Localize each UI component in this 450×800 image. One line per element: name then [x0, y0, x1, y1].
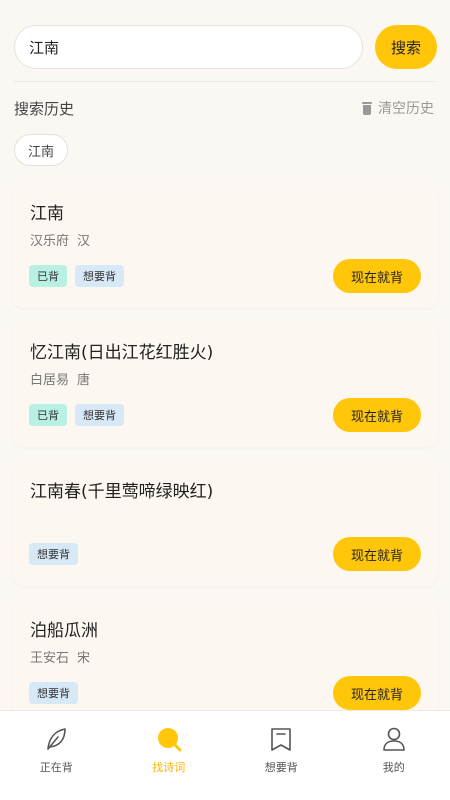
tab-mine[interactable]: 我的 — [338, 711, 450, 800]
poem-card[interactable]: 泊船瓜洲 王安石宋 想要背 现在就背 — [12, 599, 438, 725]
search-history-title: 搜索历史 — [14, 99, 75, 118]
tab-want-recite[interactable]: 想要背 — [225, 711, 338, 800]
tag-want-recite[interactable]: 想要背 — [29, 682, 78, 704]
poem-title: 江南春(千里莺啼绿映红) — [30, 482, 214, 502]
clear-history-label: 清空历史 — [378, 101, 434, 117]
poem-author: 王安石 — [30, 651, 70, 666]
search-button[interactable]: 搜索 — [375, 25, 437, 69]
tab-label: 正在背 — [39, 761, 73, 774]
tag-recited[interactable]: 已背 — [29, 404, 67, 426]
poem-meta: 汉乐府汉 — [30, 230, 90, 249]
poem-title: 忆江南(日出江花红胜火) — [30, 343, 214, 363]
poem-title: 江南 — [30, 204, 64, 224]
trash-icon — [362, 101, 372, 115]
tag-want-recite[interactable]: 想要背 — [75, 265, 124, 287]
poem-card[interactable]: 江南 汉乐府汉 已背 想要背 现在就背 — [12, 182, 438, 308]
poem-card[interactable]: 忆江南(日出江花红胜火) 白居易唐 已背 想要背 现在就背 — [12, 321, 438, 447]
leaf-icon — [47, 728, 67, 750]
poem-card[interactable]: 江南春(千里莺啼绿映红) 想要背 现在就背 — [12, 460, 438, 586]
poem-author: 白居易 — [30, 373, 70, 388]
recite-now-button[interactable]: 现在就背 — [333, 537, 421, 571]
poem-dynasty: 宋 — [77, 651, 91, 666]
bookmark-icon — [271, 728, 292, 751]
recite-now-button[interactable]: 现在就背 — [333, 398, 421, 432]
bottom-tab-bar: 正在背 找诗词 想要背 我的 — [0, 710, 450, 800]
poem-dynasty: 汉 — [77, 234, 91, 249]
clear-history-button[interactable]: 清空历史 — [362, 98, 434, 118]
poem-title: 泊船瓜洲 — [30, 621, 98, 641]
divider — [14, 81, 436, 82]
poem-author: 汉乐府 — [30, 234, 70, 249]
tab-find-poems[interactable]: 找诗词 — [113, 711, 226, 800]
user-icon — [382, 727, 405, 751]
poem-tags: 已背 想要背 — [29, 265, 124, 287]
poem-meta: 王安石宋 — [30, 647, 90, 666]
tag-recited[interactable]: 已背 — [29, 265, 67, 287]
tag-want-recite[interactable]: 想要背 — [75, 404, 124, 426]
search-input[interactable]: 江南 — [14, 25, 363, 69]
poem-meta: 白居易唐 — [30, 369, 90, 388]
tab-label: 找诗词 — [152, 761, 186, 774]
search-icon — [157, 728, 182, 752]
search-bar: 江南 搜索 — [14, 24, 438, 70]
tab-label: 我的 — [382, 761, 405, 774]
recite-now-button[interactable]: 现在就背 — [333, 259, 421, 293]
recite-now-button[interactable]: 现在就背 — [333, 676, 421, 710]
history-chip[interactable]: 江南 — [14, 134, 68, 166]
search-history-header: 搜索历史 清空历史 — [14, 96, 434, 120]
poem-dynasty: 唐 — [77, 373, 91, 388]
tab-label: 想要背 — [264, 761, 298, 774]
poem-tags: 想要背 — [29, 682, 78, 704]
poem-tags: 已背 想要背 — [29, 404, 124, 426]
tag-want-recite[interactable]: 想要背 — [29, 543, 78, 565]
tab-reciting[interactable]: 正在背 — [0, 711, 113, 800]
poem-tags: 想要背 — [29, 543, 78, 565]
